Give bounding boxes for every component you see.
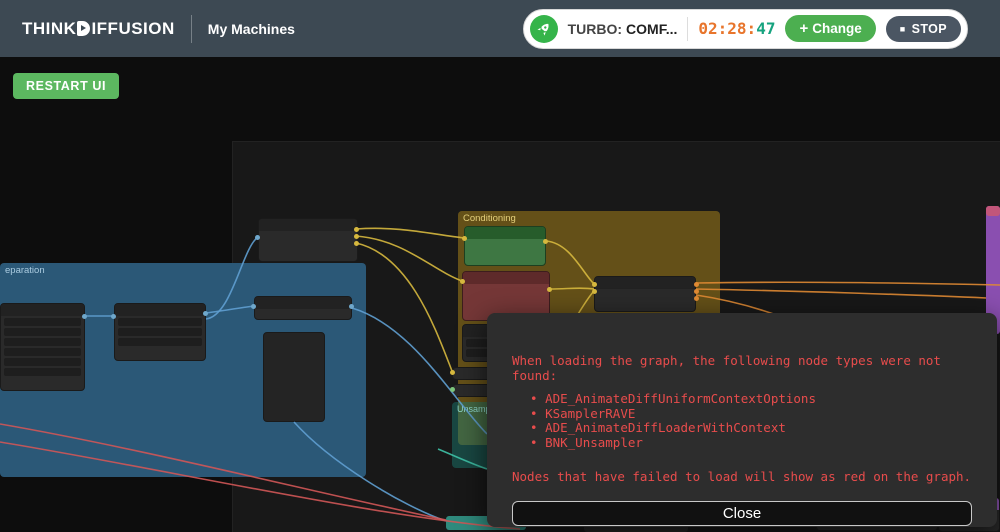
node-title-bar xyxy=(255,297,351,309)
node-widget-row xyxy=(4,338,81,346)
missing-node-item: ADE_AnimateDiffLoaderWithContext xyxy=(530,421,972,436)
node-title-bar xyxy=(259,219,357,231)
graph-node[interactable] xyxy=(258,218,358,262)
group-conditioning-title: Conditioning xyxy=(458,211,720,226)
node-port-dot[interactable] xyxy=(251,304,256,309)
node-port-dot[interactable] xyxy=(82,314,87,319)
node-widget-row xyxy=(118,338,202,346)
node-port-dot[interactable] xyxy=(354,234,359,239)
node-port-dot[interactable] xyxy=(203,311,208,316)
node-widget-row xyxy=(4,358,81,366)
pill-divider xyxy=(687,17,688,41)
change-button[interactable]: + Change xyxy=(785,15,875,42)
graph-node[interactable] xyxy=(254,296,352,320)
node-widget-row xyxy=(118,318,202,326)
node-port-dot[interactable] xyxy=(592,282,597,287)
node-title-bar xyxy=(1,304,84,316)
node-widget-row xyxy=(4,368,81,376)
brand-logo[interactable]: THINK IFFUSION xyxy=(22,19,175,39)
graph-node[interactable] xyxy=(594,276,696,312)
stop-button-label: STOP xyxy=(912,22,947,36)
change-button-label: Change xyxy=(812,21,862,36)
graph-node[interactable] xyxy=(263,332,325,422)
node-port-dot[interactable] xyxy=(349,304,354,309)
graph-node[interactable] xyxy=(114,303,206,361)
missing-nodes-modal: When loading the graph, the following no… xyxy=(487,313,997,527)
node-port-dot[interactable] xyxy=(450,387,455,392)
node-port-dot[interactable] xyxy=(694,296,699,301)
session-timer: 02:28:47 xyxy=(698,19,775,38)
node-widget-row xyxy=(4,348,81,356)
graph-node[interactable] xyxy=(0,303,85,391)
node-port-dot[interactable] xyxy=(255,235,260,240)
header-divider xyxy=(191,15,192,43)
stop-square-icon: ■ xyxy=(900,24,906,34)
machine-status-pill: TURBO:COMF... 02:28:47 + Change ■ STOP xyxy=(523,9,968,49)
machine-label: TURBO:COMF... xyxy=(568,21,678,37)
node-port-dot[interactable] xyxy=(694,289,699,294)
timer-hours-minutes: 02:28: xyxy=(698,19,756,38)
node-port-dot[interactable] xyxy=(354,227,359,232)
top-bar: THINK IFFUSION My Machines TURBO:COMF...… xyxy=(0,0,1000,57)
node-title-bar xyxy=(465,227,545,239)
node-port-dot[interactable] xyxy=(592,289,597,294)
thinkdiffusion-app: eparation Conditioning xyxy=(0,0,1000,532)
node-title-bar xyxy=(115,304,205,316)
restart-ui-button[interactable]: RESTART UI xyxy=(13,73,119,99)
timer-seconds: 47 xyxy=(756,19,775,38)
modal-message: When loading the graph, the following no… xyxy=(512,353,972,383)
missing-nodes-list: ADE_AnimateDiffUniformContextOptions KSa… xyxy=(512,392,972,450)
node-title-bar xyxy=(463,272,549,284)
node-port-dot[interactable] xyxy=(354,241,359,246)
node-widget-row xyxy=(118,328,202,336)
node-port-dot[interactable] xyxy=(450,370,455,375)
rocket-icon xyxy=(530,15,558,43)
machine-label-prefix: TURBO: xyxy=(568,21,622,37)
modal-footer-note: Nodes that have failed to load will show… xyxy=(512,469,972,484)
close-button[interactable]: Close xyxy=(512,501,972,526)
node-widget-row xyxy=(4,328,81,336)
missing-node-item: BNK_Unsampler xyxy=(530,436,972,451)
missing-node-item: ADE_AnimateDiffUniformContextOptions xyxy=(530,392,972,407)
group-preparation-title: eparation xyxy=(0,263,366,278)
comfyui-canvas[interactable]: eparation Conditioning xyxy=(0,0,1000,532)
graph-node-positive-prompt[interactable] xyxy=(464,226,546,266)
node-port-dot[interactable] xyxy=(111,314,116,319)
stop-button[interactable]: ■ STOP xyxy=(886,16,961,42)
node-port-dot[interactable] xyxy=(694,282,699,287)
brand-think: THINK xyxy=(22,19,76,39)
node-port-dot[interactable] xyxy=(460,279,465,284)
missing-node-item: KSamplerRAVE xyxy=(530,407,972,422)
brand-iffusion: IFFUSION xyxy=(91,19,174,39)
node-port-dot[interactable] xyxy=(462,236,467,241)
node-widget-row xyxy=(4,318,81,326)
plus-icon: + xyxy=(799,22,808,35)
node-title-bar xyxy=(595,277,695,289)
node-port-dot[interactable] xyxy=(547,287,552,292)
nav-title-my-machines[interactable]: My Machines xyxy=(208,21,295,37)
node-port-dot[interactable] xyxy=(543,239,548,244)
machine-name: COMF... xyxy=(626,21,677,37)
node-title-bar xyxy=(986,206,1000,216)
logo-d-icon xyxy=(77,21,90,36)
